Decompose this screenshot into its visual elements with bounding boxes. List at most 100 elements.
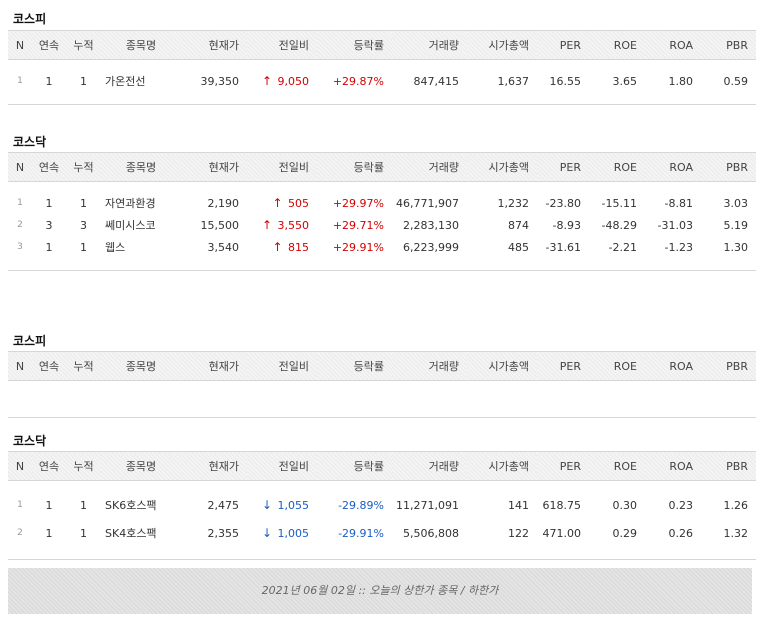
cell-rate: -29.91% [338, 526, 384, 540]
change-value: 9,050 [277, 75, 310, 88]
column-header-volume: 거래량 [392, 351, 467, 381]
section-title-kosdaq-lower: 코스닥 [13, 434, 47, 448]
table-row[interactable]: 2 1 1 SK4호스팩 2,355 ↓ 1,005 -29.91% 5,506,808 122… [8, 519, 756, 547]
cell-mcap: 1,637 [497, 74, 530, 88]
cell-total: 1 [80, 240, 87, 254]
column-header-price: 현재가 [181, 451, 247, 481]
cell-rate: +29.71% [332, 218, 384, 232]
cell-roa: -1.23 [664, 240, 693, 254]
cell-change: ↑ 505 [247, 192, 317, 214]
table-row[interactable]: 3 1 1 웹스 3,540 ↑ 815 +29.91% 6,223,999 485 -31.61… [8, 236, 756, 258]
table-kospi-upper: N 연속 누적 종목명 현재가 전일비 등락률 거래량 시가총액 PER ROE ROA PBR 111… [8, 30, 756, 105]
cell-mcap: 1,232 [497, 196, 530, 210]
cell-pbr: 1.32 [723, 526, 749, 540]
table-row[interactable]: 1 1 1 SK6호스팩 2,475 ↓ 1,055 -29.89% 11,271,091 14… [8, 491, 756, 519]
stock-name-link[interactable]: 가온전선 [101, 70, 181, 92]
column-header-volume: 거래량 [392, 451, 467, 481]
change-value: 1,055 [277, 499, 310, 512]
cell-rate: +29.87% [332, 74, 384, 88]
column-header-pbr: PBR [701, 351, 756, 381]
cell-roa: -31.03 [657, 218, 693, 232]
table-header-row: N 연속 누적 종목명 현재가 전일비 등락률 거래량 시가총액 PER ROE ROA PBR [8, 451, 756, 481]
section-title-kospi-upper: 코스피 [13, 12, 47, 26]
column-header-rate: 등락률 [317, 351, 392, 381]
column-header-streak: 연속 [32, 30, 66, 60]
column-header-roe: ROE [589, 30, 645, 60]
cell-price: 15,500 [200, 218, 240, 232]
cell-streak: 3 [45, 218, 53, 232]
table-kospi-lower: N 연속 누적 종목명 현재가 전일비 등락률 거래량 시가총액 PER ROE ROA PBR [8, 351, 756, 418]
cell-change: ↓ 1,055 [247, 491, 317, 519]
cell-streak: 1 [45, 196, 53, 210]
column-header-mcap: 시가총액 [467, 152, 537, 182]
stock-name-link[interactable]: SK4호스팩 [101, 519, 181, 547]
arrow-up-icon: ↑ [261, 218, 273, 232]
cell-rate: -29.89% [338, 498, 384, 512]
arrow-up-icon: ↑ [272, 240, 283, 254]
cell-roe: -15.11 [601, 196, 637, 210]
stock-name-link[interactable]: SK6호스팩 [101, 491, 181, 519]
cell-streak: 1 [45, 74, 53, 88]
footer-banner: 2021년 06월 02일 :: 오늘의 상한가 종목 / 하한가 [8, 568, 752, 614]
cell-per: 16.55 [549, 74, 582, 88]
column-header-streak: 연속 [32, 451, 66, 481]
section-title-kospi-lower: 코스피 [13, 334, 47, 348]
cell-price: 2,475 [207, 498, 240, 512]
cell-mcap: 122 [508, 526, 529, 540]
arrow-up-icon: ↑ [261, 74, 273, 88]
column-header-per: PER [537, 451, 589, 481]
cell-roe: -2.21 [608, 240, 637, 254]
table-row[interactable]: 1 1 1 자연과환경 2,190 ↑ 505 +29.97% 46,771,907 1,232… [8, 192, 756, 214]
arrow-down-icon: ↓ [261, 498, 273, 512]
cell-volume: 46,771,907 [396, 196, 459, 210]
stock-name-link[interactable]: 쎄미시스코 [101, 214, 181, 236]
cell-change: ↑ 3,550 [247, 214, 317, 236]
column-header-rate: 등락률 [317, 30, 392, 60]
column-header-rate: 등락률 [317, 152, 392, 182]
cell-volume: 2,283,130 [403, 218, 459, 232]
cell-volume: 5,506,808 [403, 526, 459, 540]
cell-mcap: 485 [508, 240, 529, 254]
change-value: 815 [288, 241, 309, 254]
cell-roa: 0.26 [668, 526, 694, 540]
column-header-per: PER [537, 30, 589, 60]
cell-per: -31.61 [545, 240, 581, 254]
cell-roa: 1.80 [668, 74, 694, 88]
table-kosdaq-upper: N 연속 누적 종목명 현재가 전일비 등락률 거래량 시가총액 PER ROE ROA PBR 111… [8, 152, 756, 271]
cell-per: -8.93 [552, 218, 581, 232]
cell-pbr: 3.03 [723, 196, 749, 210]
column-header-price: 현재가 [181, 152, 247, 182]
column-header-roe: ROE [589, 451, 645, 481]
cell-streak: 1 [45, 526, 53, 540]
cell-pbr: 1.26 [723, 498, 749, 512]
cell-roe: 0.30 [612, 498, 638, 512]
column-header-n: N [8, 30, 32, 60]
column-header-total: 누적 [66, 451, 101, 481]
column-header-n: N [8, 152, 32, 182]
column-header-roe: ROE [589, 351, 645, 381]
column-header-per: PER [537, 152, 589, 182]
table-row[interactable]: 1 1 1 가온전선 39,350 ↑ 9,050 +29.87% 847,415 1,637 1… [8, 70, 756, 92]
cell-rate: +29.91% [332, 240, 384, 254]
cell-pbr: 1.30 [723, 240, 749, 254]
cell-volume: 847,415 [413, 74, 460, 88]
cell-n: 1 [17, 76, 23, 86]
table-row[interactable]: 2 3 3 쎄미시스코 15,500 ↑ 3,550 +29.71% 2,283,130 874… [8, 214, 756, 236]
cell-mcap: 141 [508, 498, 529, 512]
column-header-change: 전일비 [247, 30, 317, 60]
stock-name-link[interactable]: 웹스 [101, 236, 181, 258]
column-header-change: 전일비 [247, 152, 317, 182]
column-header-pbr: PBR [701, 30, 756, 60]
cell-change: ↓ 1,005 [247, 519, 317, 547]
change-value: 505 [288, 197, 309, 210]
column-header-volume: 거래량 [392, 30, 467, 60]
column-header-name: 종목명 [101, 152, 181, 182]
cell-price: 3,540 [207, 240, 240, 254]
column-header-change: 전일비 [247, 351, 317, 381]
column-header-streak: 연속 [32, 152, 66, 182]
change-value: 3,550 [277, 219, 310, 232]
stock-name-link[interactable]: 자연과환경 [101, 192, 181, 214]
column-header-name: 종목명 [101, 351, 181, 381]
cell-roe: 0.29 [612, 526, 638, 540]
cell-rate: +29.97% [332, 196, 384, 210]
